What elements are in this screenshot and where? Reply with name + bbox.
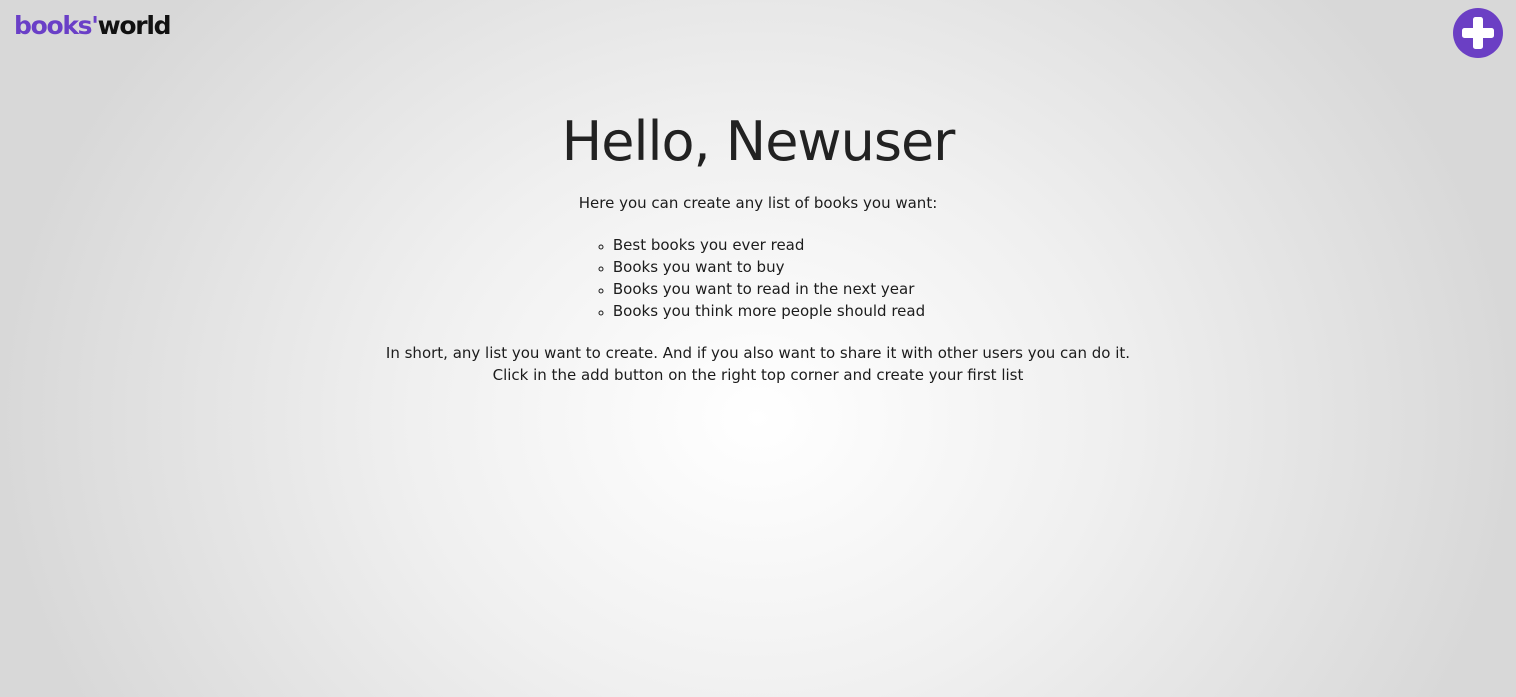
examples-list-wrapper: Best books you ever read Books you want …: [0, 234, 1516, 322]
examples-list: Best books you ever read Books you want …: [591, 234, 925, 322]
list-item: Books you want to read in the next year: [613, 278, 925, 300]
outro-text: In short, any list you want to create. A…: [0, 342, 1516, 386]
greeting-heading: Hello, Newuser: [561, 110, 956, 173]
intro-text: Here you can create any list of books yo…: [578, 194, 938, 212]
welcome-section: Hello, Newuser Here you can create any l…: [0, 108, 1516, 386]
list-item: Best books you ever read: [613, 234, 925, 256]
list-item: Books you want to buy: [613, 256, 925, 278]
outro-line-2: Click in the add button on the right top…: [492, 366, 1024, 384]
add-list-button[interactable]: [1453, 8, 1503, 58]
list-item: Books you think more people should read: [613, 300, 925, 322]
plus-icon: [1462, 17, 1494, 49]
logo-world-text: world: [97, 11, 172, 40]
logo-books-text: books: [14, 11, 93, 40]
outro-line-1: In short, any list you want to create. A…: [385, 344, 1131, 362]
brand-logo[interactable]: books'world: [14, 11, 172, 40]
